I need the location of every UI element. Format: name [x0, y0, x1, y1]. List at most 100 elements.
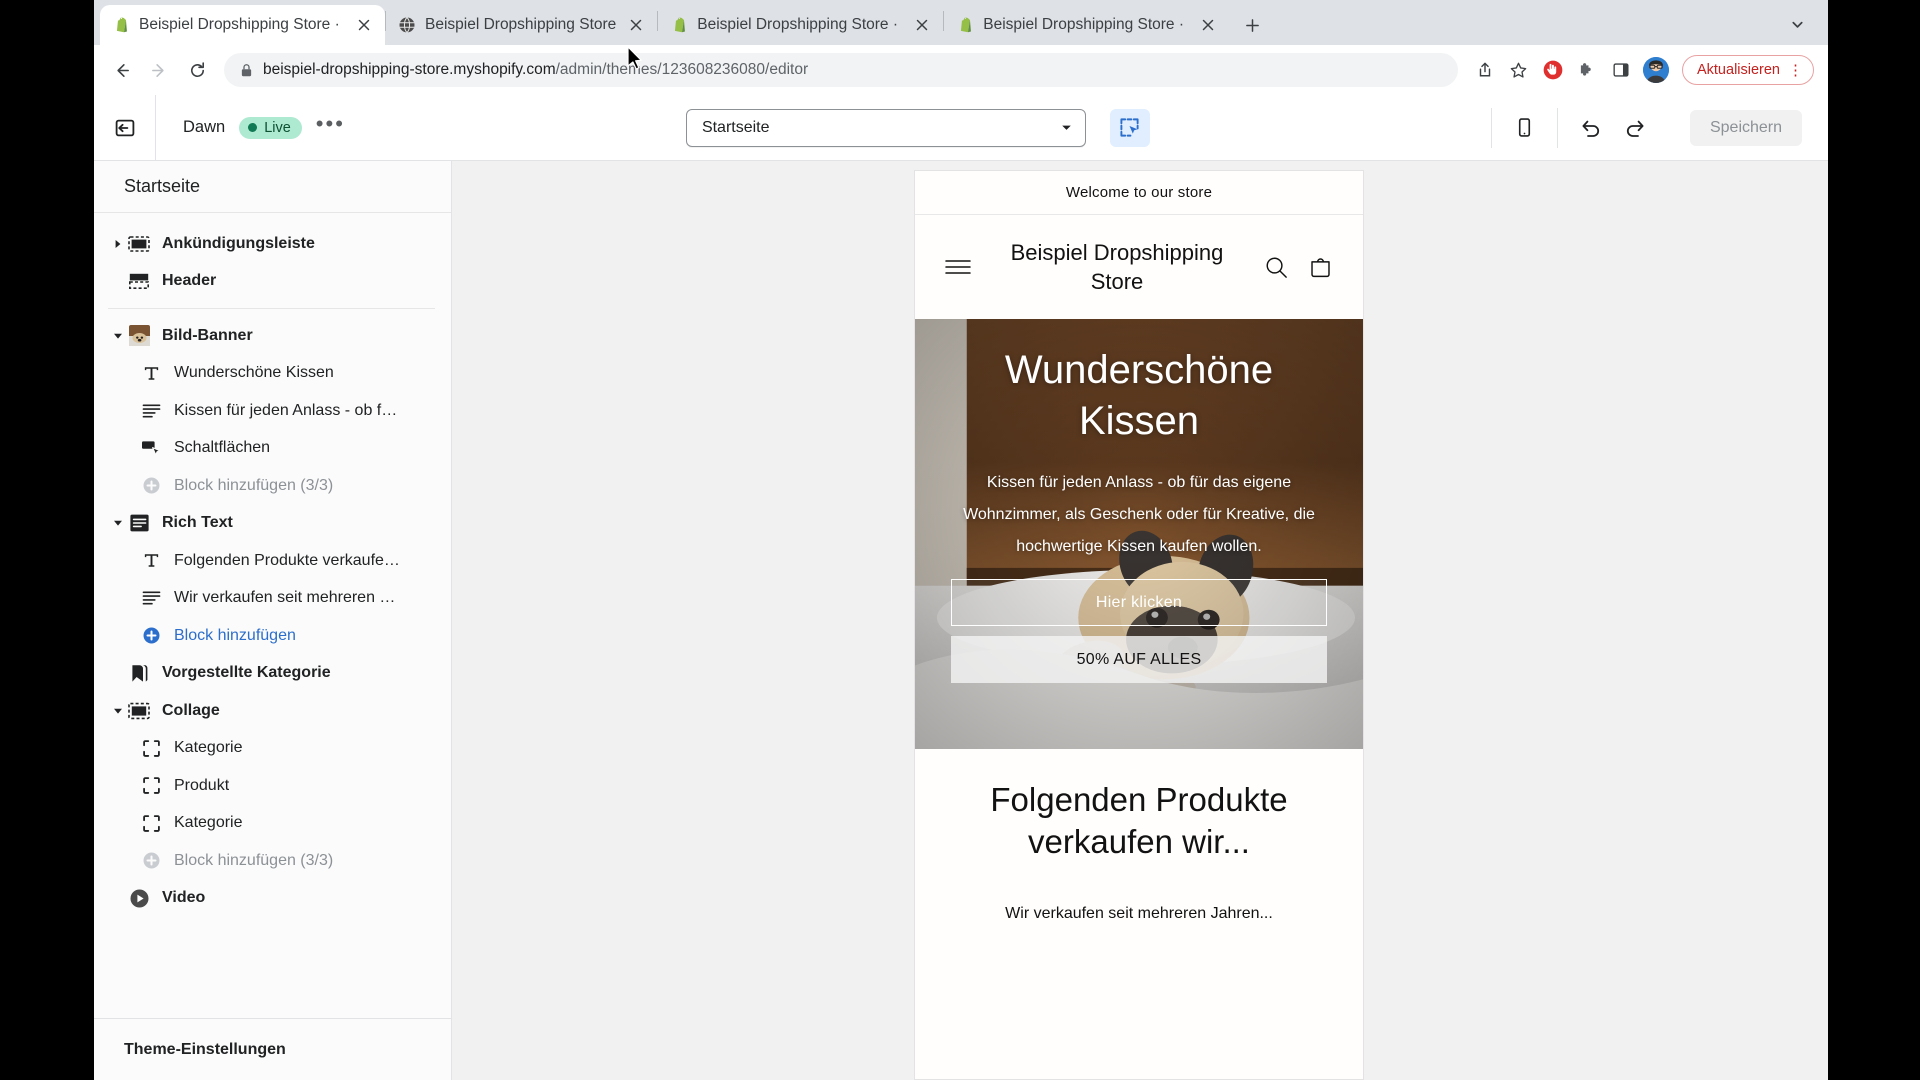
sidebar-item-header[interactable]: Header: [94, 263, 451, 301]
close-icon[interactable]: [911, 14, 933, 36]
hamburger-icon[interactable]: [941, 250, 975, 284]
search-icon[interactable]: [1259, 250, 1293, 284]
caret-down-icon[interactable]: [108, 707, 128, 715]
caret-down-icon[interactable]: [108, 332, 128, 340]
page-selector-value: Startseite: [701, 118, 770, 136]
browser-tab[interactable]: Beispiel Dropshipping Store · B: [944, 5, 1229, 45]
cart-icon[interactable]: [1303, 250, 1337, 284]
sidebar-item-produkt[interactable]: Produkt: [94, 767, 451, 805]
sidebar-item-folgenden-produkte-verkaufe[interactable]: Folgenden Produkte verkaufe…: [94, 542, 451, 580]
header-icon: [128, 270, 150, 292]
reload-icon[interactable]: [180, 53, 214, 87]
shopify-icon: [956, 16, 974, 34]
browser-tab[interactable]: Beispiel Dropshipping Store · S: [658, 5, 943, 45]
announcement-bar-icon: [128, 233, 150, 255]
sidebar-item-label: Produkt: [174, 776, 230, 794]
mouse-cursor: [627, 46, 644, 75]
sidebar-item-label: Folgenden Produkte verkaufe…: [174, 551, 400, 569]
star-icon[interactable]: [1504, 55, 1534, 85]
sidebar-item-ank-ndigungsleiste[interactable]: Ankündigungsleiste: [94, 225, 451, 263]
hero-secondary-button[interactable]: 50% AUF ALLES: [951, 636, 1327, 684]
undo-icon[interactable]: [1580, 117, 1602, 139]
share-icon[interactable]: [1470, 55, 1500, 85]
globe-icon: [398, 16, 416, 34]
tab-title: Beispiel Dropshipping Store · S: [697, 16, 903, 33]
sidebar-item-schaltfl-chen[interactable]: Schaltflächen: [94, 430, 451, 468]
close-icon[interactable]: [625, 14, 647, 36]
theme-settings-label: Theme-Einstellungen: [124, 1040, 286, 1058]
heading-icon: [140, 362, 162, 384]
side-panel-icon[interactable]: [1606, 55, 1636, 85]
collage-icon: [128, 700, 150, 722]
sidebar-item-label: Block hinzufügen (3/3): [174, 476, 334, 494]
lock-icon: [240, 63, 253, 78]
preview-canvas: Welcome to our store Beispiel Dropshippi…: [452, 161, 1828, 1080]
shopify-icon: [112, 16, 130, 34]
chevron-down-icon: [1060, 121, 1073, 134]
sidebar-item-label: Kissen für jeden Anlass - ob f…: [174, 401, 398, 419]
update-browser-button[interactable]: Aktualisieren ⋮: [1681, 55, 1814, 85]
sidebar-item-label: Vorgestellte Kategorie: [162, 664, 331, 682]
sidebar-item-kissen-f-r-jeden-anlass-ob-f[interactable]: Kissen für jeden Anlass - ob f…: [94, 392, 451, 430]
tab-title: Beispiel Dropshipping Store · B: [983, 16, 1189, 33]
sidebar-divider: [108, 308, 435, 309]
address-bar[interactable]: beispiel-dropshipping-store.myshopify.co…: [224, 53, 1458, 87]
frame-icon: [140, 812, 162, 834]
redo-icon[interactable]: [1624, 117, 1646, 139]
caret-down-icon[interactable]: [108, 519, 128, 527]
browser-menu-kebab-icon[interactable]: ⋮: [1784, 63, 1807, 78]
sidebar-item-bild-banner[interactable]: Bild-Banner: [94, 317, 451, 355]
store-name: Beispiel Dropshipping Store: [1010, 239, 1224, 294]
browser-toolbar: beispiel-dropshipping-store.myshopify.co…: [94, 45, 1828, 95]
frame-icon: [140, 775, 162, 797]
theme-more-options-button[interactable]: •••: [316, 112, 345, 137]
hero-subtitle: Kissen für jeden Anlass - ob für das eig…: [963, 474, 1315, 556]
adblock-icon[interactable]: [1538, 55, 1568, 85]
save-button[interactable]: Speichern: [1689, 109, 1803, 146]
browser-tab-active[interactable]: Beispiel Dropshipping Store · D: [100, 5, 385, 45]
mobile-preview-frame: Welcome to our store Beispiel Dropshippi…: [914, 170, 1364, 1080]
caret-right-icon[interactable]: [108, 239, 128, 249]
puzzle-icon[interactable]: [1572, 55, 1602, 85]
hero-primary-button[interactable]: Hier klicken: [951, 579, 1327, 627]
sidebar-item-rich-text[interactable]: Rich Text: [94, 505, 451, 543]
new-tab-button[interactable]: [1235, 8, 1269, 42]
sidebar-item-block-hinzuf-gen-3-3[interactable]: Block hinzufügen (3/3): [94, 842, 451, 880]
sidebar-item-block-hinzuf-gen-3-3[interactable]: Block hinzufügen (3/3): [94, 467, 451, 505]
theme-settings-button[interactable]: Theme-Einstellungen: [94, 1018, 451, 1080]
sidebar-item-wundersch-ne-kissen[interactable]: Wunderschöne Kissen: [94, 355, 451, 393]
avatar[interactable]: [1642, 57, 1669, 83]
sidebar-item-label: Collage: [162, 701, 220, 719]
sidebar-item-block-hinzuf-gen[interactable]: Block hinzufügen: [94, 617, 451, 655]
inspector-tool-button[interactable]: [1109, 108, 1150, 147]
back-arrow-icon[interactable]: [104, 53, 138, 87]
device-preview-group: [1490, 107, 1557, 148]
page-selector[interactable]: Startseite: [685, 108, 1086, 147]
rich-text-icon: [128, 512, 150, 534]
text-icon: [140, 587, 162, 609]
video-icon: [128, 887, 150, 909]
hero-title: Wunderschöne Kissen: [1004, 348, 1274, 444]
tab-search-chevron-down-icon[interactable]: [1780, 7, 1814, 41]
sidebar-item-vorgestellte-kategorie[interactable]: Vorgestellte Kategorie: [94, 655, 451, 693]
close-icon[interactable]: [1197, 14, 1219, 36]
status-badge: Live: [239, 116, 302, 139]
sidebar-item-kategorie[interactable]: Kategorie: [94, 805, 451, 843]
sidebar-header: Startseite: [94, 161, 451, 213]
left-letterbox: [0, 0, 94, 1080]
sections-sidebar: Startseite Ankündigungsleiste Header Bild-…: [94, 161, 452, 1080]
sidebar-item-label: Bild-Banner: [162, 326, 253, 344]
plus-circle-blue-icon: [140, 625, 162, 647]
browser-tab[interactable]: Beispiel Dropshipping Store: [386, 5, 657, 45]
sidebar-item-wir-verkaufen-seit-mehreren[interactable]: Wir verkaufen seit mehreren …: [94, 580, 451, 618]
live-status-dot-icon: [248, 123, 258, 132]
sidebar-item-kategorie[interactable]: Kategorie: [94, 730, 451, 768]
sections-tree: Ankündigungsleiste Header Bild-Banner Wunde…: [94, 213, 451, 1018]
exit-editor-button[interactable]: [94, 94, 156, 161]
announcement-bar: Welcome to our store: [915, 171, 1363, 215]
forward-arrow-icon[interactable]: [142, 53, 176, 87]
mobile-preview-icon[interactable]: [1514, 117, 1535, 138]
sidebar-item-collage[interactable]: Collage: [94, 692, 451, 730]
close-icon[interactable]: [353, 14, 375, 36]
sidebar-item-video[interactable]: Video: [94, 880, 451, 918]
